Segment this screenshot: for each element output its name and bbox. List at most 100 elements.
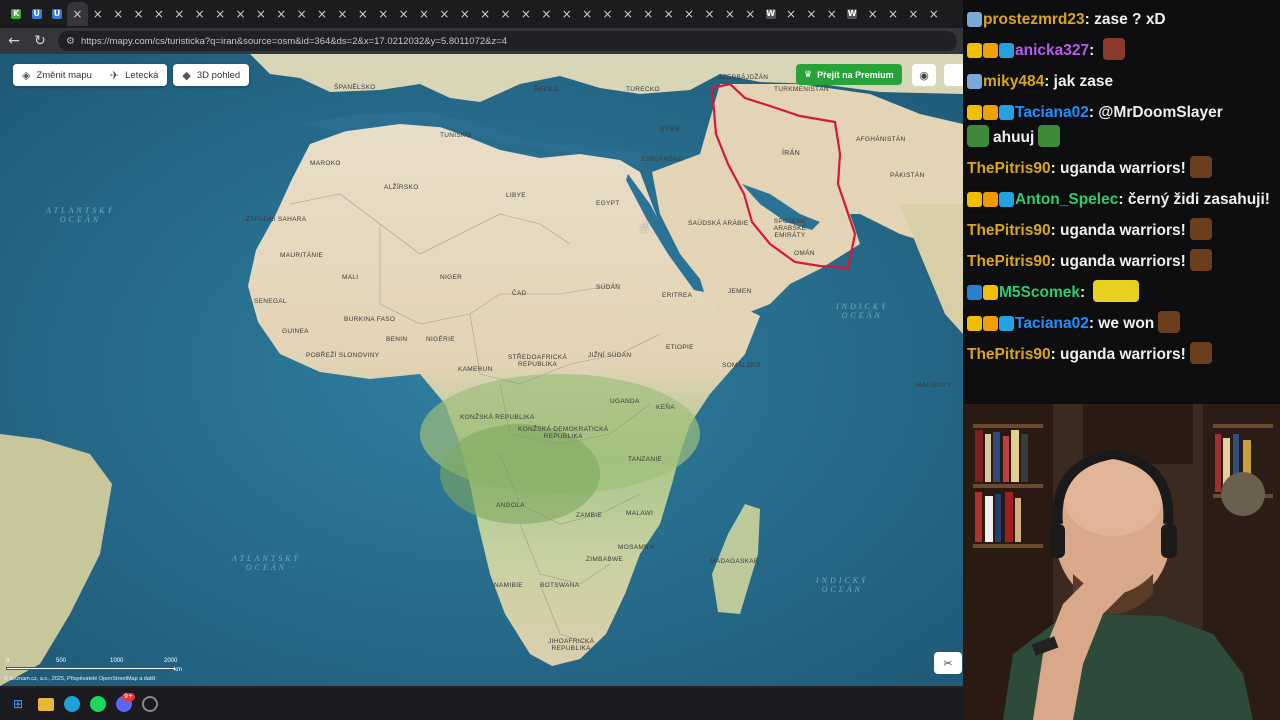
browser-tab[interactable]: × [210,2,230,26]
chat-username[interactable]: M5Scomek [999,284,1080,301]
country-label[interactable]: TUNISKO [440,132,471,139]
aerial-button[interactable]: ✈ Letecká [100,64,168,86]
country-label[interactable]: NAMIBIE [494,582,523,589]
browser-tab[interactable]: × [536,2,556,26]
country-label[interactable]: MALEDIVY [916,382,951,389]
badge-icon[interactable] [983,105,998,120]
badge-icon[interactable] [967,43,982,58]
badge-icon[interactable] [967,192,982,207]
country-label[interactable]: MALAWI [626,510,653,517]
browser-tab[interactable]: × [720,2,740,26]
emote-icon[interactable] [1038,125,1061,147]
country-label[interactable]: KEŇA [656,404,675,411]
country-label[interactable]: MADAGASKAR [710,558,759,565]
map-credits[interactable]: © Seznam.cz, a.s., 2025, Přispěvatelé Op… [4,676,155,682]
browser-tab[interactable]: × [883,2,903,26]
browser-tab[interactable]: × [638,2,658,26]
country-label[interactable]: UGANDA [610,398,640,405]
country-label[interactable]: BOTSWANA [540,582,579,589]
map-canvas[interactable]: ATLANTSKÝ OCEÁN ATLANTSKÝ OCEÁN INDICKÝ OCE… [0,54,963,686]
country-label[interactable]: ETIOPIE [666,344,694,351]
country-label[interactable]: NIGER [440,274,462,281]
browser-tab[interactable]: × [740,2,760,26]
browser-tab[interactable]: × [924,2,944,26]
site-settings-icon[interactable]: ⚙ [66,36,75,47]
browser-tab[interactable]: × [822,2,842,26]
country-label[interactable]: ANGOLA [496,502,525,509]
country-label[interactable]: KONŽSKÁ REPUBLIKA [460,414,534,421]
country-label[interactable]: PÁKISTÁN [890,172,925,179]
badge-icon[interactable] [999,192,1014,207]
country-label[interactable]: MAURITÁNIE [280,252,323,259]
country-label[interactable]: ŠPANĚLSKO [334,84,376,91]
panel-toggle-button[interactable] [944,64,963,86]
address-bar[interactable]: ⚙ https://mapy.com/cs/turisticka?q=iran&… [58,31,957,51]
browser-tab[interactable]: × [88,2,108,26]
chat-username[interactable]: anicka327 [1015,42,1089,59]
browser-tab[interactable]: × [781,2,801,26]
country-label[interactable]: SENEGAL [254,298,287,305]
browser-tab[interactable]: × [475,2,495,26]
browser-tab[interactable]: K [6,2,26,26]
browser-tab[interactable]: × [108,2,128,26]
browser-tab[interactable]: × [149,2,169,26]
badge-icon[interactable] [999,316,1014,331]
browser-tab[interactable]: × [801,2,821,26]
browser-tab[interactable]: × [495,2,515,26]
country-label[interactable]: JEMEN [728,288,752,295]
country-label[interactable]: ČAD [512,290,527,297]
country-label[interactable]: JIHOAFRICKÁ REPUBLIKA [548,638,594,652]
back-arrow-icon[interactable]: ← [6,33,22,49]
country-label[interactable]: JORDÁNSKO [640,156,683,163]
emote-icon[interactable] [1093,280,1140,302]
country-label[interactable]: NIGÉRIE [426,336,455,343]
country-label[interactable]: STŘEDOAFRICKÁ REPUBLIKA [508,354,567,368]
browser-tab[interactable]: × [128,2,148,26]
browser-tab[interactable]: W [760,2,780,26]
country-label[interactable]: SOMÁLSKO [722,362,761,369]
3d-view-button[interactable]: ◆ 3D pohled [173,64,250,86]
spotify-icon[interactable] [90,696,106,712]
country-label[interactable]: AZERBÁJDŽÁN [718,74,768,81]
country-label[interactable]: SAÚDSKÁ ARÁBIE [688,220,749,227]
country-label-iran[interactable]: ÍRÁN [782,150,800,157]
browser-tab[interactable]: × [190,2,210,26]
country-label[interactable]: SPOJENÉ ARABSKÉ EMIRÁTY [760,218,820,239]
browser-tab[interactable]: × [414,2,434,26]
chrome-icon[interactable] [142,696,158,712]
browser-tab[interactable]: W [842,2,862,26]
windows-start-icon[interactable]: ⊞ [8,694,28,714]
country-label[interactable]: JIŽNÍ SÚDÁN [588,352,631,359]
emote-icon[interactable] [1102,38,1125,60]
badge-icon[interactable] [983,43,998,58]
premium-button[interactable]: ♛ Přejít na Premium [796,64,902,85]
badge-icon[interactable] [967,285,982,300]
country-label[interactable]: KAMERUN [458,366,493,373]
browser-tab[interactable]: × [597,2,617,26]
chat-username[interactable]: Anton_Spelec [1015,191,1118,208]
country-label[interactable]: ZAMBIE [576,512,602,519]
badge-icon[interactable] [967,105,982,120]
country-label[interactable]: LIBYE [506,192,526,199]
browser-tab[interactable]: × [516,2,536,26]
browser-tab[interactable]: × [291,2,311,26]
country-label[interactable]: SÚDÁN [596,284,620,291]
browser-tab[interactable]: × [862,2,882,26]
change-map-button[interactable]: ◈ Změnit mapu [13,64,101,86]
badge-icon[interactable] [983,285,998,300]
browser-tab[interactable]: × [455,2,475,26]
browser-tab[interactable]: × [699,2,719,26]
browser-tab[interactable]: × [169,2,189,26]
browser-tab[interactable]: × [332,2,352,26]
badge-icon[interactable] [983,192,998,207]
chat-username[interactable]: ThePitris90 [967,346,1051,363]
chat-username[interactable]: prostezmrd23 [983,11,1085,28]
discord-icon[interactable]: 9+ [116,693,135,712]
country-label[interactable]: ERITREA [662,292,692,299]
country-label[interactable]: POBŘEŽÍ SLONOVINY [306,352,379,359]
country-label[interactable]: KONŽSKÁ DEMOKRATICKÁ REPUBLIKA [518,426,608,440]
country-label[interactable]: ŘECKO [534,86,559,93]
url-text[interactable]: https://mapy.com/cs/turisticka?q=iran&so… [81,36,507,47]
browser-tab[interactable]: × [251,2,271,26]
country-label[interactable]: MALI [342,274,358,281]
